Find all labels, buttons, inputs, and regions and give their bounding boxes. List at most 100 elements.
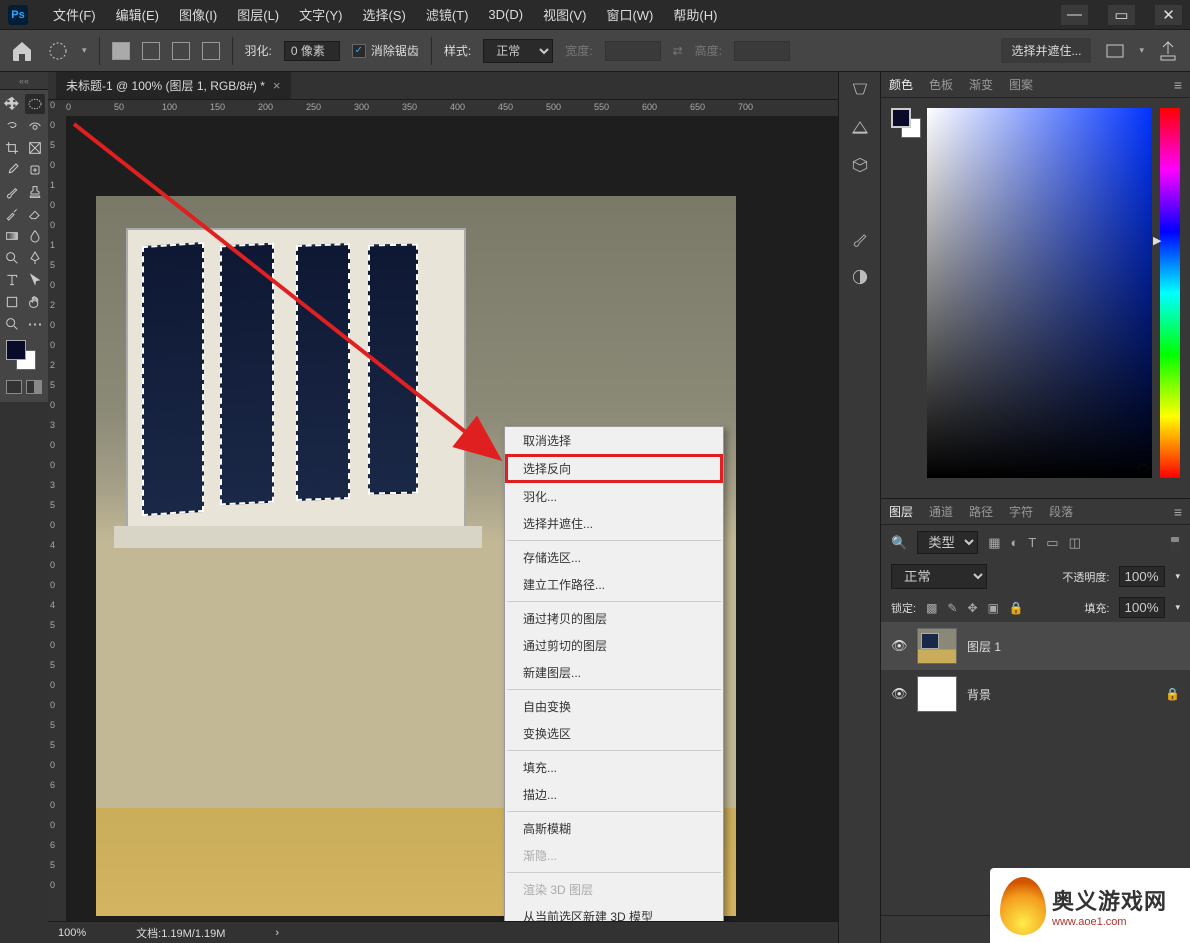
quickmask-mode-icon[interactable]: [26, 380, 42, 394]
filter-smart-icon[interactable]: ◫: [1069, 535, 1081, 551]
type-tool-icon[interactable]: [2, 270, 22, 290]
context-menu-item[interactable]: 高斯模糊: [505, 815, 723, 842]
menu-help[interactable]: 帮助(H): [663, 1, 727, 28]
properties-panel-icon[interactable]: [848, 116, 872, 138]
chevron-down-icon[interactable]: ▾: [1175, 602, 1180, 613]
status-chevron-icon[interactable]: ›: [275, 927, 279, 939]
minimize-button[interactable]: —: [1061, 5, 1088, 25]
share-icon[interactable]: [1156, 39, 1180, 63]
filter-toggle[interactable]: [1170, 535, 1180, 551]
context-menu-item[interactable]: 从当前选区新建 3D 模型: [505, 903, 723, 921]
close-button[interactable]: ✕: [1155, 5, 1182, 25]
healing-tool-icon[interactable]: [25, 160, 45, 180]
canvas[interactable]: Bai jingya 取消选择选择反向羽化...选择并遮住...存储选区...建…: [66, 116, 838, 921]
more-tools-icon[interactable]: ⋯: [25, 314, 45, 334]
tab-character[interactable]: 字符: [1009, 503, 1033, 520]
selection-intersect-icon[interactable]: [202, 42, 220, 60]
feather-input[interactable]: [284, 41, 340, 61]
lock-position-icon[interactable]: ✥: [967, 601, 977, 615]
lock-transparency-icon[interactable]: ▩: [926, 601, 937, 615]
quick-select-tool-icon[interactable]: [25, 116, 45, 136]
tab-color[interactable]: 颜色: [889, 76, 913, 93]
selection-subtract-icon[interactable]: [172, 42, 190, 60]
layer-thumbnail[interactable]: [917, 628, 957, 664]
home-icon[interactable]: [10, 39, 34, 63]
dodge-tool-icon[interactable]: [2, 248, 22, 268]
layer-name[interactable]: 背景: [967, 686, 991, 703]
tab-gradients[interactable]: 渐变: [969, 76, 993, 93]
opacity-input[interactable]: [1119, 566, 1165, 587]
stamp-tool-icon[interactable]: [25, 182, 45, 202]
chevron-down-icon[interactable]: ▾: [1139, 45, 1144, 56]
selection-new-icon[interactable]: [112, 42, 130, 60]
chevron-down-icon[interactable]: ▾: [82, 45, 87, 56]
marquee-tool-icon[interactable]: [25, 94, 45, 114]
pen-tool-icon[interactable]: [25, 248, 45, 268]
visibility-toggle-icon[interactable]: 👁: [891, 638, 907, 654]
frame-tool-icon[interactable]: [25, 138, 45, 158]
filter-type-icon[interactable]: T: [1028, 535, 1036, 550]
maximize-button[interactable]: ▭: [1108, 5, 1135, 25]
libraries-panel-icon[interactable]: [848, 154, 872, 176]
view-mode-icon[interactable]: [1103, 39, 1127, 63]
context-menu-item[interactable]: 存储选区...: [505, 544, 723, 571]
layer-filter-select[interactable]: 类型: [917, 531, 978, 554]
menu-view[interactable]: 视图(V): [533, 1, 596, 28]
tab-paths[interactable]: 路径: [969, 503, 993, 520]
shape-tool-icon[interactable]: [2, 292, 22, 312]
filter-image-icon[interactable]: ▦: [988, 535, 1000, 551]
path-select-tool-icon[interactable]: [25, 270, 45, 290]
context-menu-item[interactable]: 选择并遮住...: [505, 510, 723, 537]
eyedropper-tool-icon[interactable]: [2, 160, 22, 180]
panel-menu-icon[interactable]: ≡: [1174, 77, 1182, 93]
gradient-tool-icon[interactable]: [2, 226, 22, 246]
context-menu-item[interactable]: 自由变换: [505, 693, 723, 720]
menu-type[interactable]: 文字(Y): [289, 1, 352, 28]
menu-image[interactable]: 图像(I): [169, 1, 227, 28]
chevron-down-icon[interactable]: ▾: [1175, 571, 1180, 582]
context-menu-item[interactable]: 选择反向: [505, 454, 723, 483]
fill-input[interactable]: [1119, 597, 1165, 618]
collapsed-panel-handle[interactable]: ««: [0, 72, 48, 90]
context-menu-item[interactable]: 羽化...: [505, 483, 723, 510]
close-tab-icon[interactable]: ×: [273, 78, 281, 93]
style-select[interactable]: 正常: [483, 39, 553, 63]
layer-thumbnail[interactable]: [917, 676, 957, 712]
tool-preset-icon[interactable]: [46, 39, 70, 63]
context-menu-item[interactable]: 变换选区: [505, 720, 723, 747]
tab-patterns[interactable]: 图案: [1009, 76, 1033, 93]
brush-settings-panel-icon[interactable]: [848, 228, 872, 250]
visibility-toggle-icon[interactable]: 👁: [891, 686, 907, 702]
lock-artboard-icon[interactable]: ▣: [988, 601, 999, 615]
selection-add-icon[interactable]: [142, 42, 160, 60]
lasso-tool-icon[interactable]: [2, 116, 22, 136]
context-menu-item[interactable]: 通过剪切的图层: [505, 632, 723, 659]
layer-name[interactable]: 图层 1: [967, 638, 1001, 655]
adjustments-panel-icon[interactable]: [848, 266, 872, 288]
tab-paragraph[interactable]: 段落: [1049, 503, 1073, 520]
menu-file[interactable]: 文件(F): [43, 1, 106, 28]
fg-chip-icon[interactable]: [891, 108, 911, 128]
standard-mode-icon[interactable]: [6, 380, 22, 394]
menu-select[interactable]: 选择(S): [352, 1, 415, 28]
blur-tool-icon[interactable]: [25, 226, 45, 246]
tab-swatches[interactable]: 色板: [929, 76, 953, 93]
color-fgbg-chips[interactable]: [891, 108, 919, 140]
hue-slider[interactable]: ▶: [1160, 108, 1180, 478]
hand-tool-icon[interactable]: [25, 292, 45, 312]
select-and-mask-button[interactable]: 选择并遮住...: [1001, 38, 1091, 63]
swap-icon[interactable]: ⇄: [673, 44, 683, 58]
menu-filter[interactable]: 滤镜(T): [416, 1, 479, 28]
history-brush-tool-icon[interactable]: [2, 204, 22, 224]
menu-edit[interactable]: 编辑(E): [106, 1, 169, 28]
crop-tool-icon[interactable]: [2, 138, 22, 158]
color-field[interactable]: [927, 108, 1152, 478]
layer-row[interactable]: 👁 背景 🔒: [881, 670, 1190, 718]
menu-layer[interactable]: 图层(L): [227, 1, 289, 28]
context-menu-item[interactable]: 描边...: [505, 781, 723, 808]
foreground-background-colors[interactable]: [2, 336, 46, 374]
foreground-color-chip[interactable]: [6, 340, 26, 360]
lock-pixels-icon[interactable]: ✎: [947, 601, 957, 615]
filter-shape-icon[interactable]: ▭: [1046, 535, 1058, 551]
menu-window[interactable]: 窗口(W): [596, 1, 663, 28]
